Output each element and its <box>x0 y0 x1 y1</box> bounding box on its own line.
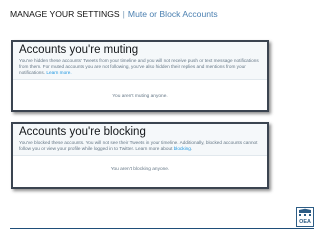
footer-divider <box>10 228 314 229</box>
muting-settings-panel: Accounts you're muting You've hidden the… <box>11 40 269 112</box>
logo-text: OEA <box>299 219 311 225</box>
slide-title: MANAGE YOUR SETTINGS | Mute or Block Accou… <box>10 9 218 19</box>
blocking-settings-panel: Accounts you're blocking You've blocked … <box>11 122 269 189</box>
muting-description: You've hidden these accounts' Tweets fro… <box>19 58 261 76</box>
title-separator: | <box>122 9 125 19</box>
muting-empty-message: You aren't muting anyone. <box>112 94 168 99</box>
blocking-heading: Accounts you're blocking <box>19 126 146 138</box>
organization-logo-icon: OEA <box>296 207 314 227</box>
muting-panel-header: Accounts you're muting You've hidden the… <box>13 42 267 80</box>
learn-more-link[interactable]: Learn more. <box>46 70 71 75</box>
muting-heading: Accounts you're muting <box>19 44 139 56</box>
slide-subtitle: Mute or Block Accounts <box>127 9 218 19</box>
blocking-description-text: You've blocked these accounts. You will … <box>19 140 258 151</box>
blocking-link-suffix: . <box>190 146 193 151</box>
blocking-panel-header: Accounts you're blocking You've blocked … <box>13 124 267 156</box>
blocking-link[interactable]: blocking <box>174 146 191 151</box>
logo-graphic: OEA <box>299 208 311 225</box>
blocking-empty-message: You aren't blocking anyone. <box>110 167 170 172</box>
blocking-description: You've blocked these accounts. You will … <box>19 140 261 152</box>
slide-title-main: MANAGE YOUR SETTINGS <box>10 9 120 19</box>
